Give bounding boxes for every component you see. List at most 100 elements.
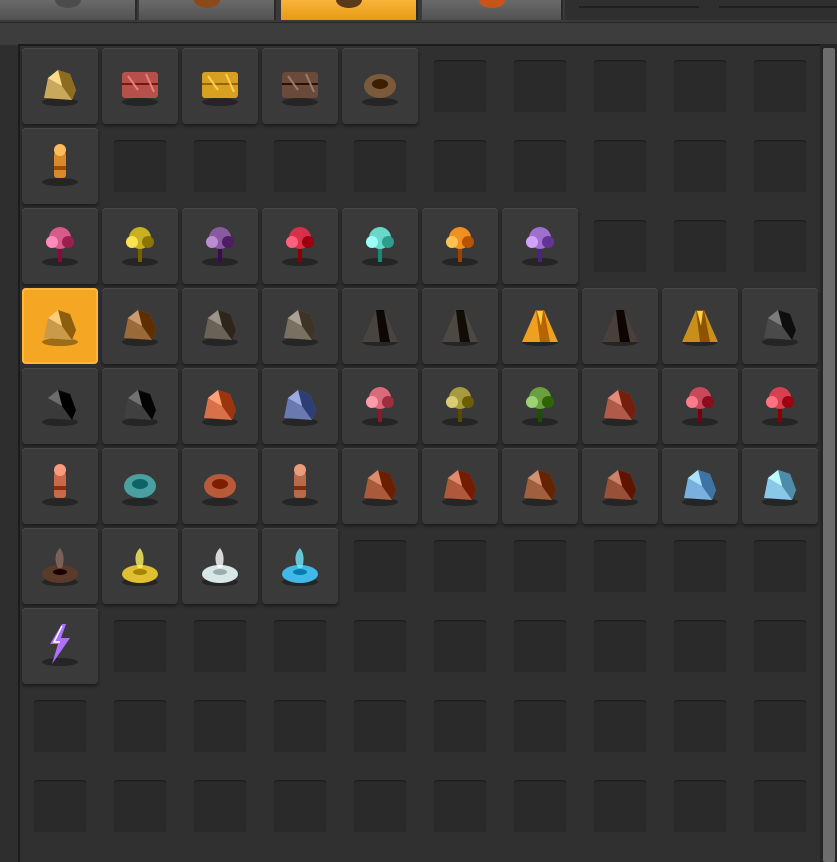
empty-slot	[742, 128, 818, 204]
empty-slot	[502, 768, 578, 844]
coal-cluster-icon	[116, 380, 164, 428]
empty-slot	[182, 688, 258, 764]
green-spider-plant-icon	[516, 380, 564, 428]
empty-slot	[102, 128, 178, 204]
entity-slot-red-worm[interactable]	[662, 368, 738, 444]
entity-slot-rusted-tower[interactable]	[262, 448, 338, 524]
entity-slot-red-coral[interactable]	[742, 368, 818, 444]
entity-slot-coal-rock[interactable]	[22, 368, 98, 444]
moss-rock-icon	[196, 380, 244, 428]
purple-vine-icon	[516, 220, 564, 268]
coal-rock-icon	[36, 380, 84, 428]
ruined-machine-icon	[436, 460, 484, 508]
empty-slot	[342, 608, 418, 684]
entity-slot-nest-mound[interactable]	[182, 448, 258, 524]
entity-slot-blue-geyser[interactable]	[262, 528, 338, 604]
entity-slot-coral-tree[interactable]	[22, 208, 98, 284]
empty-slot	[422, 128, 498, 204]
entity-slot-sulfur-vent[interactable]	[102, 528, 178, 604]
ruined-arch-icon	[356, 460, 404, 508]
empty-slot	[662, 128, 738, 204]
empty-slot	[662, 768, 738, 844]
entity-slot-rock-slab[interactable]	[262, 48, 338, 124]
entity-slot-crater[interactable]	[422, 288, 498, 364]
entity-slot-brown-rock[interactable]	[102, 288, 178, 364]
wrecked-drum-icon	[516, 460, 564, 508]
entity-slot-spawner-egg[interactable]	[102, 448, 178, 524]
entity-slot-lightning[interactable]	[22, 608, 98, 684]
tab-category-2[interactable]	[139, 0, 276, 20]
empty-slot	[342, 528, 418, 604]
entity-slot-yellow-bush[interactable]	[102, 208, 178, 284]
entity-slot-volcano-dark[interactable]	[342, 288, 418, 364]
empty-slot	[742, 608, 818, 684]
volcano-dark-icon	[356, 300, 404, 348]
volcano-icon	[596, 300, 644, 348]
entity-slot-wrecked-drum[interactable]	[502, 448, 578, 524]
scrollbar-thumb[interactable]	[823, 48, 835, 862]
entity-slot-coal-cluster[interactable]	[102, 368, 178, 444]
entity-slot-ruined-machine[interactable]	[422, 448, 498, 524]
rusted-tower-icon	[276, 460, 324, 508]
entity-slot-orange-fungus[interactable]	[422, 208, 498, 284]
entity-slot-treasure-chest[interactable]	[102, 48, 178, 124]
entity-slot-volcano-lava[interactable]	[502, 288, 578, 364]
entity-slot-character[interactable]	[22, 128, 98, 204]
empty-slot	[662, 688, 738, 764]
entity-slot-ruined-arch[interactable]	[342, 448, 418, 524]
empty-slot	[582, 528, 658, 604]
editor-window	[0, 0, 837, 862]
grey-rock-cluster-icon	[276, 300, 324, 348]
entity-slot-root-carpet[interactable]	[182, 48, 258, 124]
crater-icon	[436, 300, 484, 348]
entity-slot-ice-rock[interactable]	[662, 448, 738, 524]
entity-slot-olive-spider-plant[interactable]	[422, 368, 498, 444]
tree-icon	[193, 0, 220, 8]
dark-rock-icon	[756, 300, 804, 348]
blue-geyser-icon	[276, 540, 324, 588]
empty-slot	[422, 608, 498, 684]
category-tab-bar	[0, 0, 837, 22]
empty-slot	[582, 48, 658, 124]
entity-slot-moss-rock[interactable]	[182, 368, 258, 444]
empty-slot	[742, 688, 818, 764]
entity-slot-blue-moss-rock[interactable]	[262, 368, 338, 444]
entity-slot-ice-crystal[interactable]	[742, 448, 818, 524]
treasure-chest-icon	[116, 60, 164, 108]
entity-slot-wreck-debris[interactable]	[582, 448, 658, 524]
empty-slot	[502, 48, 578, 124]
entity-slot-purple-vine[interactable]	[502, 208, 578, 284]
entity-slot-grey-rock-cluster[interactable]	[262, 288, 338, 364]
entity-slot-volcano[interactable]	[582, 288, 658, 364]
scrollbar[interactable]	[820, 44, 837, 862]
entity-slot-steam-vent[interactable]	[182, 528, 258, 604]
mushroom-tree-icon	[196, 220, 244, 268]
entity-slot-mushroom-tree[interactable]	[182, 208, 258, 284]
tab-category-3[interactable]	[281, 0, 418, 20]
entity-slot-red-boulder[interactable]	[582, 368, 658, 444]
tab-category-1[interactable]	[0, 0, 137, 20]
entity-slot-ring-nest[interactable]	[342, 48, 418, 124]
orange-fungus-icon	[436, 220, 484, 268]
entity-slot-dark-rock[interactable]	[742, 288, 818, 364]
empty-slot	[502, 128, 578, 204]
red-flower-icon	[276, 220, 324, 268]
entity-slot-cyan-plant[interactable]	[342, 208, 418, 284]
entity-slot-gold-ore-rock[interactable]	[22, 288, 98, 364]
red-worm-icon	[676, 380, 724, 428]
entity-slot-volcano-ember[interactable]	[662, 288, 738, 364]
entity-slot-red-flower[interactable]	[262, 208, 338, 284]
entity-slot-green-spider-plant[interactable]	[502, 368, 578, 444]
entity-slot-grey-rock[interactable]	[182, 288, 258, 364]
cliff-icon	[36, 60, 84, 108]
entity-slot-pink-spider-plant[interactable]	[342, 368, 418, 444]
entity-slot-dirt-pile[interactable]	[22, 528, 98, 604]
entity-slot-turret-tower[interactable]	[22, 448, 98, 524]
tab-category-4[interactable]	[422, 0, 563, 20]
empty-slot	[582, 208, 658, 284]
empty-tab-slot	[719, 6, 837, 8]
entity-slot-cliff[interactable]	[22, 48, 98, 124]
character-icon	[36, 140, 84, 188]
tree-stump-icon	[335, 0, 362, 8]
empty-slot	[342, 128, 418, 204]
